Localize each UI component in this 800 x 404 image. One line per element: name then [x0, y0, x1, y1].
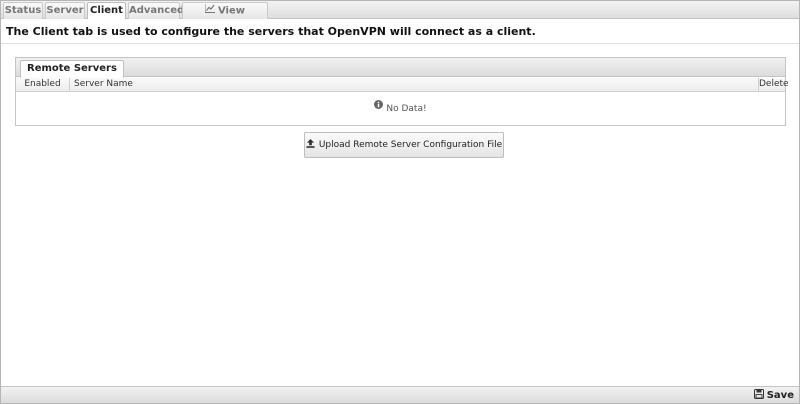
save-button-label: Save — [766, 390, 794, 401]
tab-bar: Status Server Client Advanced View Repor… — [1, 1, 799, 32]
tab-status[interactable]: Status — [3, 2, 43, 19]
upload-config-button-label: Upload Remote Server Configuration File — [318, 140, 503, 150]
page-description: The Client tab is used to configure the … — [1, 19, 799, 44]
tab-server[interactable]: Server — [45, 2, 85, 19]
tab-status-label: Status — [4, 5, 42, 16]
chart-icon — [204, 3, 215, 18]
upload-icon — [306, 139, 315, 148]
tab-remote-servers[interactable]: Remote Servers — [20, 60, 124, 78]
remote-servers-grid-header: Enabled Server Name Delete — [16, 78, 789, 92]
column-header-enabled[interactable]: Enabled — [16, 78, 70, 92]
tab-advanced-label: Advanced — [129, 5, 185, 16]
floppy-disk-icon — [753, 389, 764, 399]
tab-advanced[interactable]: Advanced — [128, 2, 184, 19]
openvpn-settings-window: Status Server Client Advanced View Repor… — [0, 0, 800, 404]
tab-server-label: Server — [46, 5, 84, 16]
save-button[interactable]: Save — [753, 388, 794, 403]
remote-servers-panel: Remote Servers Enabled Server Name Delet… — [15, 57, 789, 126]
info-icon — [374, 91, 384, 124]
empty-grid-message: No Data! — [16, 93, 785, 126]
empty-grid-text: No Data! — [386, 104, 427, 114]
footer-bar: Save — [1, 386, 799, 403]
tab-client-label: Client — [90, 5, 123, 16]
tab-view-reports[interactable]: View Reports — [182, 2, 268, 32]
tab-client[interactable]: Client — [87, 2, 126, 20]
column-header-delete[interactable]: Delete — [759, 78, 789, 92]
remote-servers-panel-header: Remote Servers — [16, 58, 785, 78]
column-header-server-name[interactable]: Server Name — [70, 78, 759, 92]
upload-config-button[interactable]: Upload Remote Server Configuration File — [304, 132, 504, 158]
